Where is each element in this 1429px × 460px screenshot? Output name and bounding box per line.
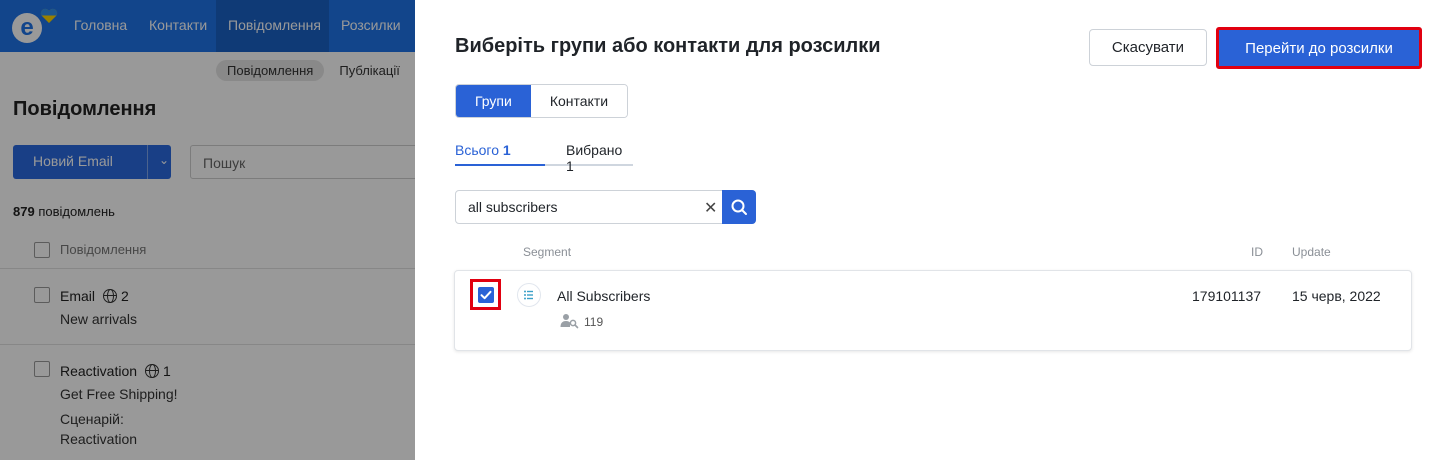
go-to-campaign-button[interactable]: Перейти до розсилки — [1219, 30, 1419, 66]
contacts-count: 119 — [560, 313, 603, 329]
highlight-frame: Перейти до розсилки — [1216, 27, 1422, 69]
contacts-count-value: 119 — [584, 315, 604, 329]
tab-selected-label: Вибрано — [566, 142, 623, 158]
segment-name[interactable]: All Subscribers — [557, 288, 650, 304]
segment-update-date: 15 черв, 2022 — [1292, 288, 1381, 304]
modal-backdrop[interactable] — [0, 0, 415, 460]
cancel-button[interactable]: Скасувати — [1089, 29, 1207, 66]
segment-search: ✕ — [455, 190, 756, 224]
column-header-segment[interactable]: Segment — [523, 245, 571, 259]
active-tab-indicator — [455, 164, 545, 166]
panel-title: Виберіть групи або контакти для розсилки — [455, 35, 881, 57]
tab-selected[interactable]: Вибрано 1 — [566, 142, 633, 174]
groups-contacts-toggle: Групи Контакти — [455, 84, 629, 118]
segment-row[interactable]: All Subscribers 119 179101137 15 черв, 2… — [454, 270, 1412, 351]
segment-list-icon — [517, 283, 541, 307]
search-button[interactable] — [722, 190, 756, 224]
segment-search-input[interactable] — [456, 191, 696, 223]
column-header-id[interactable]: ID — [1251, 245, 1263, 259]
highlight-frame — [470, 279, 501, 310]
tab-all[interactable]: Всього 1 — [455, 142, 511, 158]
user-search-icon — [560, 314, 579, 329]
search-icon — [731, 199, 747, 215]
background-app: e Головна Контакти Повідомлення Розсилки… — [0, 0, 415, 460]
clear-icon[interactable]: ✕ — [704, 198, 717, 218]
tab-all-label: Всього — [455, 142, 500, 158]
toggle-groups[interactable]: Групи — [456, 85, 531, 117]
select-recipients-panel: Виберіть групи або контакти для розсилки… — [415, 0, 1429, 460]
toggle-contacts[interactable]: Контакти — [530, 85, 628, 117]
tab-all-count: 1 — [502, 142, 511, 158]
checkmark-icon — [480, 290, 492, 300]
selection-tabs: Всього 1 Вибрано 1 — [455, 142, 633, 174]
segment-id: 179101137 — [1192, 288, 1262, 304]
tab-selected-count: 1 — [566, 158, 574, 174]
segment-checkbox[interactable] — [478, 287, 494, 303]
column-header-update[interactable]: Update — [1292, 245, 1331, 259]
